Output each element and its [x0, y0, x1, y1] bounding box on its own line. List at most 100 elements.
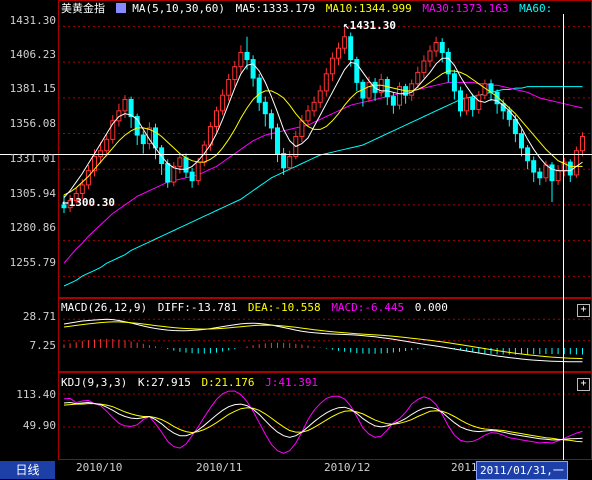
macd-dea-value: DEA:-10.558 [247, 301, 321, 314]
y-tick-label: 1431.30 [9, 14, 56, 27]
candle-body [458, 90, 463, 112]
candle-body [183, 157, 189, 173]
candle-body [451, 73, 457, 92]
kdj-y-tick-label: 49.90 [22, 419, 56, 432]
ma30-value: MA30:1373.163 [422, 2, 509, 15]
macd-legend: MACD(26,12,9) DIFF:-13.781 DEA:-10.558 M… [61, 302, 452, 314]
kdj-legend: KDJ(9,3,3) K:27.915 D:21.176 J:41.391 [61, 377, 322, 389]
candle-body [415, 71, 421, 85]
macd-y-tick-label: 7.25 [29, 339, 57, 352]
candle-body [238, 51, 244, 68]
y-tick-label: 1381.15 [9, 82, 56, 95]
macd-macd-value: MACD:-6.445 [331, 301, 405, 314]
candle-body [366, 81, 372, 99]
candle-body [195, 161, 201, 182]
candle-body [189, 171, 195, 182]
candle-body [470, 97, 476, 110]
candle-body [348, 36, 354, 61]
candle-body [580, 135, 585, 152]
macd-zero-value: 0.000 [414, 301, 448, 314]
cursor-date-box: 2011/01/31,一 [476, 461, 568, 480]
candle-body [531, 160, 537, 173]
x-tick-label: 2010/10 [76, 461, 123, 474]
kdj-lines [63, 390, 583, 454]
candle-body [287, 155, 293, 169]
high-arrow-icon: ↖ [343, 19, 350, 32]
kdj-d-value: D:21.176 [201, 376, 255, 389]
candle-body [409, 83, 415, 96]
y-tick-label: 1331.01 [9, 152, 56, 165]
candle-body [512, 118, 518, 135]
candle-body [171, 165, 177, 183]
candle-body [555, 170, 561, 182]
candle-body [275, 127, 280, 155]
candle-body [329, 57, 335, 75]
candle-body [177, 157, 183, 167]
candle-body [464, 97, 470, 112]
candle-body [567, 161, 573, 176]
y-tick-label: 1280.86 [9, 221, 56, 234]
kdj-k-value: K:27.915 [137, 376, 191, 389]
ma60-path [63, 86, 583, 287]
instrument-name: 美黄金指 [61, 2, 105, 15]
candle-body [262, 101, 268, 115]
y-tick-label: 1255.79 [9, 256, 56, 269]
candle-body [226, 79, 232, 96]
candle-body [311, 101, 317, 112]
kdj-indicator-name: KDJ(9,3,3) [61, 376, 128, 389]
candle-body [549, 164, 555, 182]
y-tick-label: 1305.94 [9, 187, 56, 200]
candle-body [98, 150, 104, 157]
x-tick-label: 2011 [451, 461, 478, 474]
x-tick-label: 2010/12 [324, 461, 371, 474]
candle-body [317, 90, 323, 103]
candle-body [519, 133, 524, 149]
kdj-j-value: J:41.391 [265, 376, 319, 389]
candle-body [305, 110, 311, 122]
y-tick-label: 1356.08 [9, 117, 56, 130]
candle-body [256, 77, 262, 103]
candle-body [214, 110, 219, 128]
candle-body [543, 164, 549, 179]
candle-body [390, 96, 396, 106]
kdj-expand-button[interactable]: + [577, 378, 590, 391]
candle-body [427, 50, 433, 62]
candle-body [433, 41, 439, 52]
main-panel-frame [58, 0, 592, 298]
high-annotation: ↖1431.30 [343, 19, 396, 32]
macd-y-tick-label: 28.71 [22, 310, 56, 323]
candle-body [537, 171, 543, 179]
candle-body [153, 127, 158, 149]
x-tick-label: 2010/11 [196, 461, 243, 474]
main-legend: 美黄金指 MA(5,10,30,60) MA5:1333.179 MA10:13… [61, 3, 556, 15]
stock-chart[interactable] [0, 0, 592, 480]
kdj-y-tick-label: 113.40 [16, 388, 56, 401]
period-tab-daily[interactable]: 日线 [0, 461, 55, 479]
candle-body [244, 51, 250, 61]
ma-indicator-name: MA(5,10,30,60) [132, 2, 225, 15]
candle-body [128, 98, 134, 118]
macd-expand-button[interactable]: + [577, 304, 590, 317]
candle-body [421, 60, 427, 73]
candle-body [122, 98, 128, 112]
candle-body [140, 134, 146, 145]
candle-body [299, 120, 305, 137]
candle-body [336, 47, 341, 59]
low-arrow-icon: ← [62, 196, 69, 209]
candle-body [232, 66, 238, 81]
candle-body [250, 59, 256, 79]
low-annotation: ←1300.30 [62, 196, 115, 209]
candle-body [476, 94, 482, 110]
candle-body [104, 138, 110, 152]
candle-body [439, 41, 445, 53]
macd-diff-value: DIFF:-13.781 [157, 301, 238, 314]
candle-body [281, 153, 287, 169]
macd-indicator-name: MACD(26,12,9) [61, 301, 148, 314]
indicator-icon[interactable] [115, 3, 126, 13]
candlesticks [61, 26, 585, 213]
ma60-line [63, 86, 583, 287]
candle-body [342, 36, 348, 49]
candle-body [323, 73, 329, 92]
candle-body [220, 94, 226, 112]
candle-body [268, 113, 274, 129]
